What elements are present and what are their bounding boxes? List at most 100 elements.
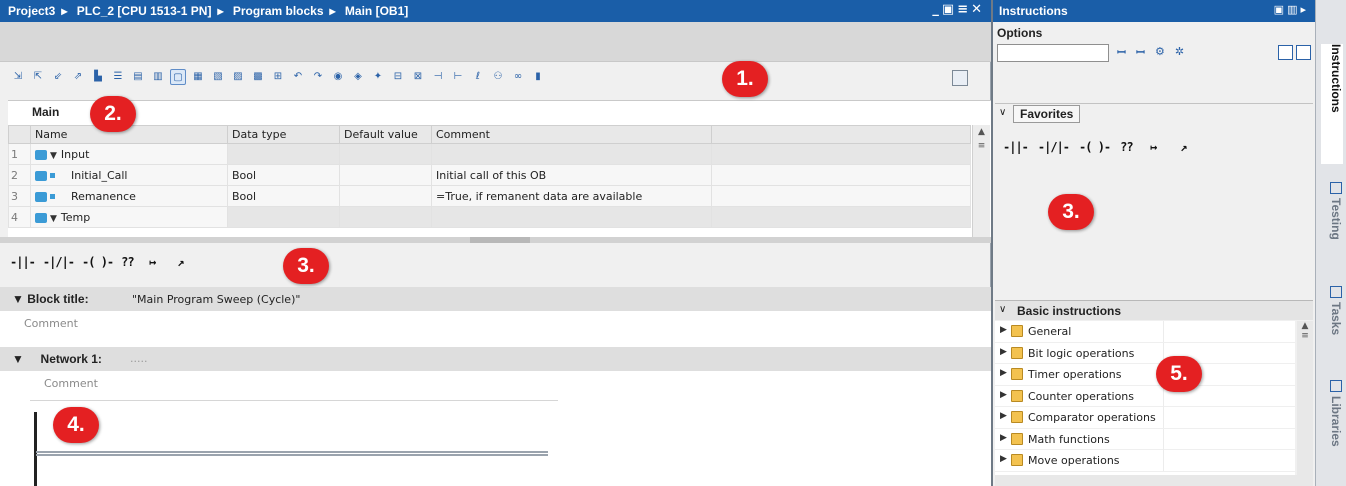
basic-instructions-header[interactable]: ∨ Basic instructions bbox=[995, 300, 1313, 320]
default-cell[interactable] bbox=[339, 185, 432, 207]
col-datatype-header[interactable]: Data type bbox=[227, 125, 340, 144]
open-networks-icon[interactable]: ▦ bbox=[190, 69, 206, 85]
name-cell[interactable]: ▼ Temp bbox=[30, 206, 228, 228]
breadcrumb-plc[interactable]: PLC_2 [CPU 1513-1 PN] bbox=[77, 4, 212, 18]
modify-icon[interactable]: ◈ bbox=[350, 69, 366, 85]
close-branch-icon[interactable]: ↗ bbox=[1180, 140, 1200, 154]
name-cell[interactable]: Remanence bbox=[30, 185, 228, 207]
open-branch-icon[interactable]: ↦ bbox=[1150, 140, 1170, 154]
close-icon[interactable]: ✕ bbox=[971, 2, 985, 17]
expand-icon[interactable]: ▶ bbox=[1000, 390, 1007, 400]
breadcrumb-project[interactable]: Project3 bbox=[8, 4, 55, 18]
default-cell[interactable] bbox=[339, 164, 432, 186]
comments-icon[interactable]: ▢ bbox=[170, 69, 186, 85]
expand-icon[interactable]: ▶ bbox=[1000, 347, 1007, 357]
refresh-icon[interactable]: ✲ bbox=[1175, 45, 1184, 60]
interface-scrollbar[interactable]: ▲ ≡ bbox=[972, 125, 990, 237]
collapse-icon[interactable]: ▼ bbox=[12, 352, 41, 366]
table-row[interactable]: 4 ▼ Temp bbox=[8, 206, 971, 228]
glasses-icon[interactable]: ∞ bbox=[510, 69, 526, 85]
monitor-icon[interactable]: ◉ bbox=[330, 69, 346, 85]
restore-icon[interactable]: ▣ bbox=[942, 2, 957, 17]
close-branch-icon[interactable]: ↗ bbox=[177, 255, 197, 269]
list-item[interactable]: ▶ Timer operations bbox=[995, 364, 1295, 386]
list-item[interactable]: ▶ Math functions bbox=[995, 428, 1295, 450]
scroll-up-icon[interactable]: ▲ bbox=[975, 127, 989, 139]
last-icon[interactable]: ⊢ bbox=[450, 69, 466, 85]
add-row-icon[interactable]: ⇱ bbox=[30, 69, 46, 85]
breadcrumb-program-blocks[interactable]: Program blocks bbox=[233, 4, 324, 18]
favorites-tab[interactable]: Favorites bbox=[1013, 105, 1081, 123]
default-cell[interactable] bbox=[339, 143, 432, 165]
zoom-icon[interactable]: ⊞ bbox=[270, 69, 286, 85]
basic-list-hscrollbar[interactable] bbox=[995, 475, 1313, 486]
side-tab-libraries[interactable]: Libraries bbox=[1321, 380, 1343, 480]
coil-icon[interactable]: -( )- bbox=[82, 255, 114, 269]
multi-view-icon[interactable] bbox=[1296, 45, 1311, 60]
network-rung[interactable] bbox=[36, 451, 548, 456]
expand-icon[interactable]: ▶ bbox=[1000, 368, 1007, 378]
datatype-cell[interactable]: Bool bbox=[227, 185, 340, 207]
search-up-icon[interactable]: ꟷ bbox=[1136, 45, 1145, 60]
list-item[interactable]: ▶ General bbox=[995, 321, 1295, 343]
search-down-icon[interactable]: ꟷ bbox=[1117, 45, 1126, 60]
network-header[interactable]: ▼ Network 1: ..... bbox=[0, 347, 991, 371]
network-comment[interactable]: Comment bbox=[44, 377, 98, 390]
nc-contact-icon[interactable]: -|/|- bbox=[1038, 140, 1070, 154]
collapse-right-icon[interactable]: ▸ bbox=[1300, 3, 1309, 16]
nc-contact-icon[interactable]: -|/|- bbox=[43, 255, 75, 269]
insert-row-icon[interactable]: ⇲ bbox=[10, 69, 26, 85]
delete-network-icon[interactable]: ▤ bbox=[130, 69, 146, 85]
open-branch-icon[interactable]: ↦ bbox=[149, 255, 169, 269]
network-list-icon[interactable]: ▥ bbox=[150, 69, 166, 85]
scroll-up-icon[interactable]: ▲ bbox=[1297, 321, 1313, 331]
expand-icon[interactable]: ▶ bbox=[1000, 325, 1007, 335]
breadcrumb-main[interactable]: Main [OB1] bbox=[345, 4, 408, 18]
empty-box-icon[interactable]: ?? bbox=[121, 255, 141, 269]
side-tab-instructions[interactable]: Instructions bbox=[1321, 44, 1343, 164]
list-item[interactable]: ▶ Move operations bbox=[995, 450, 1295, 472]
datatype-cell[interactable] bbox=[227, 143, 340, 165]
comment-cell[interactable]: =True, if remanent data are available bbox=[431, 185, 712, 207]
network-area[interactable]: Comment bbox=[0, 371, 991, 486]
show-all-icon[interactable]: ⊟ bbox=[390, 69, 406, 85]
table-row[interactable]: 3 Remanence Bool =True, if remanent data… bbox=[8, 185, 971, 207]
call-hierarchy-icon[interactable]: ℓ bbox=[470, 69, 486, 85]
go-to-next-icon[interactable]: ↷ bbox=[310, 69, 326, 85]
editor-splitter[interactable] bbox=[0, 237, 991, 243]
name-cell[interactable]: ▼ Input bbox=[30, 143, 228, 165]
block-title-value[interactable]: "Main Program Sweep (Cycle)" bbox=[132, 293, 300, 306]
network-title[interactable]: ..... bbox=[130, 352, 147, 365]
float-icon[interactable]: ▣ bbox=[1274, 3, 1287, 16]
name-cell[interactable]: Initial_Call bbox=[30, 164, 228, 186]
col-default-header[interactable]: Default value bbox=[339, 125, 432, 144]
favorites-toggle-icon[interactable]: ▩ bbox=[250, 69, 266, 85]
absolute-operands-icon[interactable]: ▨ bbox=[230, 69, 246, 85]
first-icon[interactable]: ⊣ bbox=[430, 69, 446, 85]
comment-cell[interactable] bbox=[431, 206, 712, 228]
move-row-icon[interactable]: ⇗ bbox=[70, 69, 86, 85]
expand-icon[interactable]: ▼ bbox=[50, 214, 57, 224]
datatype-cell[interactable]: Bool bbox=[227, 164, 340, 186]
list-item[interactable]: ▶ Comparator operations bbox=[995, 407, 1295, 429]
close-networks-icon[interactable]: ▧ bbox=[210, 69, 226, 85]
go-to-previous-icon[interactable]: ↶ bbox=[290, 69, 306, 85]
comment-cell[interactable]: Initial call of this OB bbox=[431, 164, 712, 186]
expand-icon[interactable]: ▶ bbox=[1000, 411, 1007, 421]
expand-icon[interactable]: ▶ bbox=[1000, 454, 1007, 464]
coil-icon[interactable]: -( )- bbox=[1079, 140, 1111, 154]
no-contact-icon[interactable]: -||- bbox=[10, 255, 36, 269]
default-value-icon[interactable]: ▙ bbox=[90, 69, 106, 85]
go-online-icon[interactable]: ⚇ bbox=[490, 69, 506, 85]
hide-all-icon[interactable]: ⊠ bbox=[410, 69, 426, 85]
expand-icon[interactable]: ▶ bbox=[1000, 433, 1007, 443]
update-icon[interactable]: ✦ bbox=[370, 69, 386, 85]
minimize-icon[interactable]: _ bbox=[932, 2, 942, 17]
splitter-handle[interactable] bbox=[470, 237, 530, 243]
scroll-thumb-icon[interactable]: ≡ bbox=[1297, 331, 1313, 341]
instruction-search-input[interactable] bbox=[997, 44, 1109, 62]
single-view-icon[interactable] bbox=[1278, 45, 1293, 60]
table-row[interactable]: 2 Initial_Call Bool Initial call of this… bbox=[8, 164, 971, 186]
chevron-down-icon[interactable]: ∨ bbox=[999, 304, 1006, 315]
delete-row-icon[interactable]: ⇙ bbox=[50, 69, 66, 85]
